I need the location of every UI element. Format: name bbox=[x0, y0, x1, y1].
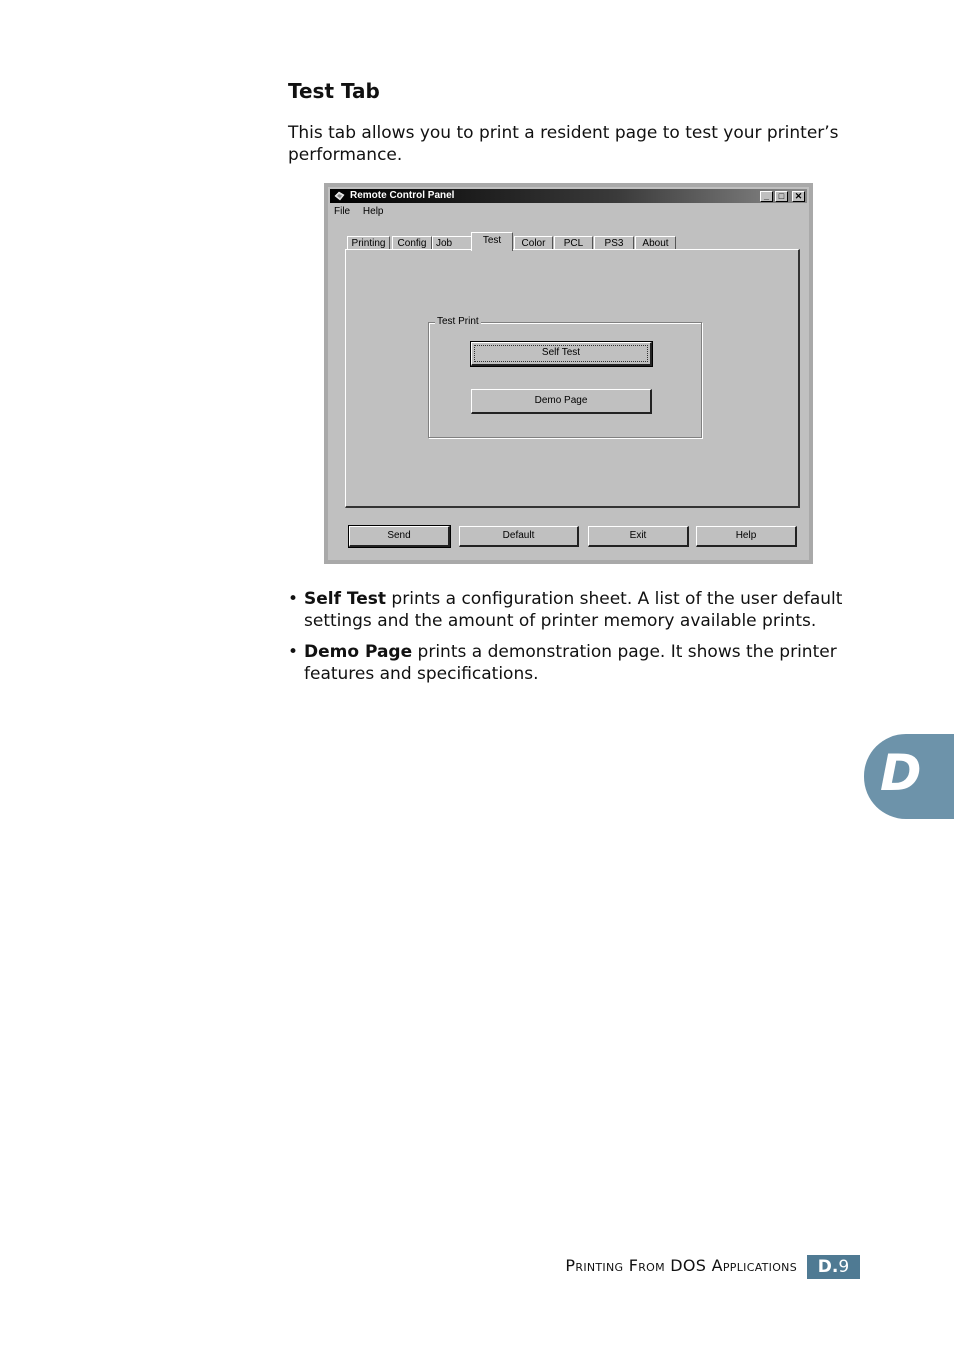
group-label: Test Print bbox=[435, 316, 481, 327]
feature-list: • Self Test prints a configuration sheet.… bbox=[288, 588, 848, 694]
footer-chapter-title: Printing From DOS Applications bbox=[565, 1256, 797, 1275]
menu-bar: File Help bbox=[334, 206, 393, 217]
chapter-side-tab: D bbox=[864, 734, 954, 819]
title-bar[interactable]: Remote Control Panel _ □ ✕ bbox=[330, 189, 807, 203]
close-button[interactable]: ✕ bbox=[792, 191, 805, 202]
default-button[interactable]: Default bbox=[459, 526, 579, 547]
page-number-badge: D.9 bbox=[807, 1255, 860, 1279]
chapter-letter: D bbox=[880, 744, 922, 802]
bullet-icon: • bbox=[288, 589, 299, 609]
focus-rect bbox=[474, 345, 648, 362]
tab-about[interactable]: About bbox=[635, 236, 676, 250]
page-prefix: D. bbox=[817, 1257, 839, 1277]
send-button[interactable]: Send bbox=[348, 525, 451, 548]
list-item: • Self Test prints a configuration sheet.… bbox=[288, 588, 848, 632]
minimize-button[interactable]: _ bbox=[760, 191, 773, 202]
menu-file[interactable]: File bbox=[334, 206, 350, 217]
tab-pcl[interactable]: PCL bbox=[554, 236, 593, 250]
tab-config[interactable]: Config bbox=[392, 236, 432, 250]
exit-button[interactable]: Exit bbox=[588, 526, 689, 547]
window-title: Remote Control Panel bbox=[350, 190, 455, 201]
test-tab-panel: Test Print Self Test Demo Page bbox=[345, 249, 800, 508]
tab-printing[interactable]: Printing bbox=[347, 236, 390, 250]
remote-control-panel-window: Remote Control Panel _ □ ✕ File Help Pri… bbox=[328, 187, 809, 560]
page-number: 9 bbox=[838, 1257, 850, 1277]
bullet-icon: • bbox=[288, 642, 299, 662]
dialog-screenshot: Remote Control Panel _ □ ✕ File Help Pri… bbox=[324, 183, 813, 564]
intro-paragraph: This tab allows you to print a resident … bbox=[288, 123, 839, 165]
self-test-button[interactable]: Self Test bbox=[470, 341, 653, 367]
maximize-button[interactable]: □ bbox=[775, 191, 788, 202]
demo-page-button[interactable]: Demo Page bbox=[471, 389, 652, 414]
list-item: • Demo Page prints a demonstration page. … bbox=[288, 641, 848, 685]
tab-color[interactable]: Color bbox=[514, 236, 553, 250]
tab-test[interactable]: Test bbox=[471, 232, 513, 251]
test-print-group: Test Print Self Test Demo Page bbox=[428, 316, 702, 438]
bullet-term: Demo Page bbox=[304, 642, 413, 662]
printer-icon bbox=[334, 191, 345, 201]
menu-help[interactable]: Help bbox=[363, 206, 384, 217]
bullet-term: Self Test bbox=[304, 589, 387, 609]
help-button[interactable]: Help bbox=[696, 526, 797, 547]
tab-job[interactable]: Job bbox=[432, 236, 472, 250]
section-heading: Test Tab bbox=[288, 79, 380, 103]
tab-ps3[interactable]: PS3 bbox=[594, 236, 634, 250]
